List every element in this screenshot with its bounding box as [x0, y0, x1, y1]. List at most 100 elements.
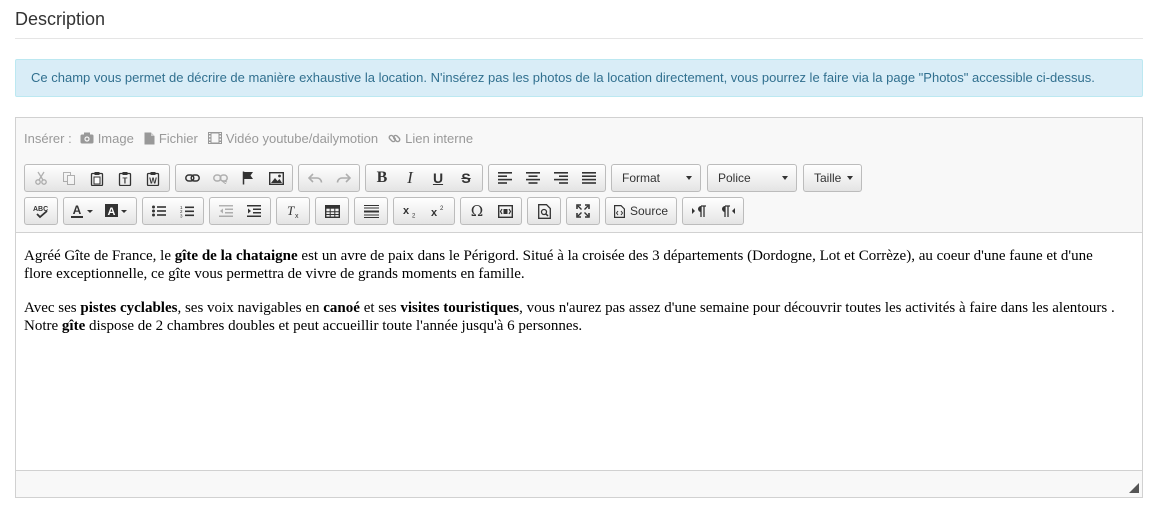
redo-button[interactable] — [329, 165, 357, 191]
maximize-button[interactable] — [569, 198, 597, 224]
svg-text:3: 3 — [180, 213, 183, 218]
horizontal-rule-group — [354, 197, 388, 225]
bold-icon: B — [376, 169, 388, 186]
indent-button[interactable] — [240, 198, 268, 224]
maximize-group — [566, 197, 600, 225]
justify-button[interactable] — [575, 165, 603, 191]
copy-button[interactable] — [55, 165, 83, 191]
p2-text-1: Avec ses — [24, 300, 81, 316]
text-direction-rtl-icon — [721, 205, 735, 217]
caret-down-icon — [847, 176, 853, 180]
spellcheck-group: ABC — [24, 197, 58, 225]
underline-button[interactable]: U — [424, 165, 452, 191]
insert-file-link[interactable]: Fichier — [144, 131, 198, 146]
align-right-icon — [554, 172, 568, 184]
bidi-group — [682, 197, 745, 225]
insert-video-link[interactable]: Vidéo youtube/dailymotion — [207, 130, 379, 146]
svg-text:T: T — [287, 204, 295, 218]
horizontal-rule-button[interactable] — [357, 198, 385, 224]
p2-text-5: dispose de 2 chambres doubles et peut ac… — [85, 318, 583, 334]
insert-image-label: Image — [97, 130, 134, 146]
list-group: 123 — [142, 197, 204, 225]
film-icon — [207, 132, 222, 144]
svg-text:W: W — [149, 176, 157, 185]
text-color-button[interactable]: A — [66, 198, 100, 224]
paste-word-button[interactable]: W — [139, 165, 167, 191]
insert-video-label: Vidéo youtube/dailymotion — [225, 130, 379, 146]
script-group: x2 x2 — [393, 197, 455, 225]
ltr-button[interactable] — [685, 198, 713, 224]
redo-icon — [336, 172, 351, 183]
unlink-button[interactable] — [206, 165, 234, 191]
numbered-list-button[interactable]: 123 — [173, 198, 201, 224]
insert-label: Insérer : — [24, 130, 72, 146]
bullet-list-icon — [152, 205, 166, 217]
editor-content-area[interactable]: Agréé Gîte de France, le gîte de la chat… — [24, 247, 1124, 351]
align-center-button[interactable] — [519, 165, 547, 191]
p2-text-2: , ses voix navigables en — [177, 300, 324, 316]
source-icon — [614, 204, 625, 218]
caret-down-icon — [686, 176, 692, 180]
font-dropdown-label: Police — [718, 171, 751, 185]
link-button[interactable] — [178, 165, 206, 191]
align-center-icon — [526, 172, 540, 184]
paste-button[interactable] — [83, 165, 111, 191]
insert-internal-link[interactable]: Lien interne — [388, 131, 473, 146]
format-dropdown[interactable]: Format — [611, 164, 701, 192]
svg-text:x: x — [403, 205, 410, 217]
size-dropdown[interactable]: Taille — [803, 164, 862, 192]
svg-text:x: x — [431, 207, 438, 218]
bulleted-list-button[interactable] — [145, 198, 173, 224]
unlink-icon — [212, 174, 228, 184]
link-group — [175, 164, 293, 192]
svg-text:A: A — [73, 204, 82, 217]
outdent-button[interactable] — [212, 198, 240, 224]
indent-group — [209, 197, 271, 225]
copy-icon — [63, 172, 75, 185]
p1-bold-1: gîte de la chataigne — [174, 248, 298, 264]
source-button-label: Source — [630, 204, 669, 218]
cut-button[interactable] — [27, 165, 55, 191]
remove-format-button[interactable]: Tx — [279, 198, 307, 224]
p1-text-1: Agréé Gîte de France, le — [24, 248, 175, 264]
superscript-button[interactable]: x2 — [424, 198, 452, 224]
undo-button[interactable] — [301, 165, 329, 191]
strikethrough-button[interactable]: S — [452, 165, 480, 191]
p2-bold-4: gîte — [61, 318, 86, 334]
bold-button[interactable]: B — [368, 165, 396, 191]
rtl-button[interactable] — [713, 198, 741, 224]
special-char-button[interactable]: Ω — [463, 198, 491, 224]
scissors-icon — [35, 171, 47, 185]
text-color-icon: A — [71, 204, 93, 218]
anchor-button[interactable] — [234, 165, 262, 191]
chain-link-icon — [184, 174, 200, 182]
preview-button[interactable] — [530, 198, 558, 224]
paste-text-button[interactable]: T — [111, 165, 139, 191]
iframe-button[interactable] — [491, 198, 519, 224]
svg-text:T: T — [123, 176, 128, 185]
align-left-button[interactable] — [491, 165, 519, 191]
toolbar-row-1: T W B I U S Format Police Taille — [24, 164, 868, 192]
svg-text:A: A — [108, 206, 116, 218]
strikethrough-icon: S — [461, 170, 471, 186]
table-button[interactable] — [318, 198, 346, 224]
insert-image-link[interactable]: Image — [80, 131, 134, 146]
source-button[interactable]: Source — [608, 198, 674, 224]
paste-text-icon: T — [118, 171, 132, 186]
underline-icon: U — [432, 170, 444, 186]
italic-button[interactable]: I — [396, 165, 424, 191]
resize-handle[interactable] — [1129, 483, 1139, 493]
image-button[interactable] — [262, 165, 290, 191]
background-color-button[interactable]: A — [100, 198, 134, 224]
align-right-button[interactable] — [547, 165, 575, 191]
undo-icon — [307, 172, 322, 183]
font-dropdown[interactable]: Police — [707, 164, 797, 192]
colors-group: A A — [63, 197, 137, 225]
spellcheck-button[interactable]: ABC — [27, 198, 55, 224]
subscript-button[interactable]: x2 — [396, 198, 424, 224]
p2-bold-1: pistes cyclables — [80, 300, 178, 316]
editor-status-bar — [16, 470, 1142, 497]
background-color-icon: A — [105, 204, 127, 218]
content-paragraph-1: Agréé Gîte de France, le gîte de la chat… — [24, 247, 1124, 283]
insert-file-label: Fichier — [158, 130, 198, 146]
